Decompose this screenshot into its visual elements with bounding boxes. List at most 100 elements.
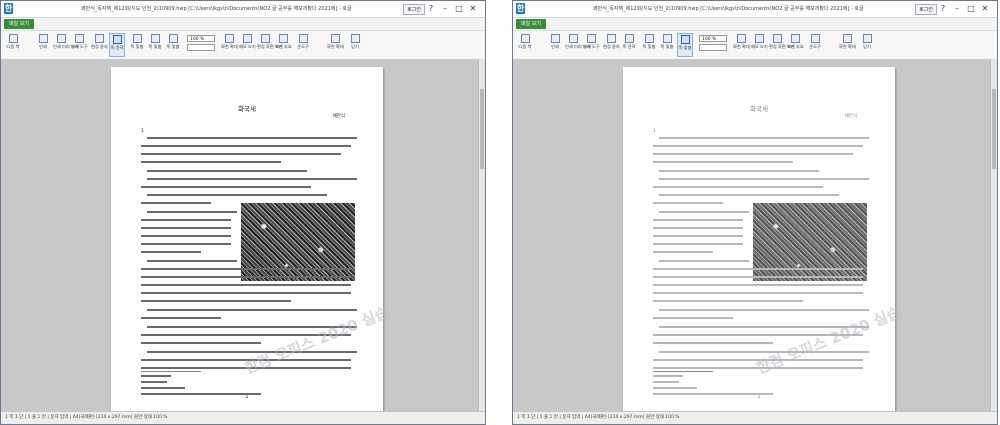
text-line [659,178,869,180]
page-setup-icon [606,34,616,43]
fit-width-icon [132,34,142,43]
print-button[interactable]: 인쇄 [547,33,563,57]
close-preview-button[interactable]: 닫기 [859,33,875,57]
text-line [653,251,713,253]
vertical-scrollbar[interactable] [478,59,485,412]
memo-view-button[interactable]: 메모 보기 [239,33,256,57]
footnote-line [141,375,171,377]
vertical-scrollbar[interactable] [990,59,997,412]
zoom-slider[interactable] [187,44,215,51]
zoom-screen-icon [330,34,340,43]
text-line [141,153,341,155]
close-preview-icon [862,34,872,43]
zoom-in-icon [736,34,746,43]
fit-width-button[interactable]: 폭 맞춤 [129,33,145,57]
section-number: 1 [653,129,656,134]
text-line [147,309,357,311]
text-line [147,137,357,139]
login-button[interactable]: 로그인 [915,4,937,15]
preview-window-right: 한 쾌만식_독자해_제12회(지도 인천_2)10909.hwp [C:\Use… [512,0,998,425]
tab-preview[interactable]: 파일 보기 [516,19,546,29]
text-line [653,219,743,221]
status-bar: 1 쪽 1 단 | 1 줄 1 칸 | 문자 입력 | A4(국배판) [210… [1,411,485,424]
printer-icon [38,34,48,43]
print-preview-button[interactable]: 인쇄 미리 보기 [53,33,79,57]
memo-view-button[interactable]: 메모 보기 [751,33,768,57]
tab-preview[interactable]: 파일 보기 [4,19,34,29]
close-preview-icon [350,34,360,43]
page-setup-button[interactable]: 편집 용지 [603,33,620,57]
zoom-slider[interactable] [699,44,727,51]
maximize-icon[interactable]: □ [965,3,977,14]
print-preview-button[interactable]: 인쇄 미리 보기 [565,33,591,57]
print-tools-button[interactable]: 인쇄 도구 [583,33,600,57]
zoom-select[interactable]: 100 % [699,35,727,42]
fit-page-icon [662,34,672,43]
document-title: 화국새 [238,105,256,113]
fit-page-2-button[interactable]: 쪽 맞춤 [677,33,693,57]
text-line [147,351,357,353]
memo-icon [754,34,764,43]
page-setup-button[interactable]: 편집 용지 [91,33,108,57]
zoom-screen-button[interactable]: 화면 확대 [839,33,856,57]
document-area[interactable]: 화국새 채만식 1 1 한컴 오피스 2020 실습 [513,59,991,412]
hand-tool-button[interactable]: 순도구 [295,33,311,57]
text-line [653,153,853,155]
hand-icon [810,34,820,43]
print-preview-icon [568,34,578,43]
zoom-screen-button[interactable]: 화면 확대 [327,33,344,57]
next-page-button[interactable]: 다음 쪽 [5,33,21,57]
title-bar: 한 쾌만식_독자해_제12회(지도 인천_2)10909.hwp [C:\Use… [513,1,997,18]
text-line [659,260,749,262]
ribbon-toolbar: 다음 쪽 인쇄 인쇄 미리 보기 인쇄 도구 편집 용지 쪽 윤곽 폭 맞춤 쪽… [1,31,485,60]
help-icon[interactable]: ? [425,3,437,14]
zoom-in-button[interactable]: 화면 확대 [733,33,750,57]
minimize-icon[interactable]: – [951,3,963,14]
close-icon[interactable]: ✕ [467,3,479,14]
fit-page-2-button[interactable]: 쪽 맞춤 [165,33,181,57]
control-codes-button[interactable]: 조판 부호 [275,33,292,57]
page-outline-button[interactable]: 쪽 윤곽 [109,33,125,57]
text-line [653,161,793,163]
footnote-line [141,393,261,395]
scroll-thumb[interactable] [992,89,996,169]
text-line [141,284,351,286]
fit-page-button[interactable]: 쪽 맞춤 [147,33,163,57]
document-author: 채만식 [844,114,857,119]
fit-width-icon [644,34,654,43]
text-line [653,284,863,286]
footnote-line [141,381,167,383]
next-page-button[interactable]: 다음 쪽 [517,33,533,57]
zoom-select[interactable]: 100 % [187,35,215,42]
zoom-in-button[interactable]: 화면 확대 [221,33,238,57]
status-text: 1 쪽 1 단 | 1 줄 1 칸 | 문자 입력 | A4(국배판) [210… [5,415,168,420]
preview-window-left: 한 쾌만식_독자해_제12회(지도 인천_2)10909.hwp [C:\Use… [0,0,486,425]
fit-page-button[interactable]: 쪽 맞춤 [659,33,675,57]
control-codes-button[interactable]: 조판 부호 [787,33,804,57]
title-bar: 한 쾌만식_독자해_제12회(지도 인천_2)10909.hwp [C:\Use… [1,1,485,18]
minimize-icon[interactable]: – [439,3,451,14]
text-line [147,260,237,262]
login-button[interactable]: 로그인 [403,4,425,15]
edit-view-button[interactable]: 편집 화면 보기 [769,33,795,57]
print-tools-icon [586,34,596,43]
edit-view-button[interactable]: 편집 화면 보기 [257,33,283,57]
print-tools-button[interactable]: 인쇄 도구 [71,33,88,57]
close-icon[interactable]: ✕ [979,3,991,14]
printer-icon [550,34,560,43]
scroll-thumb[interactable] [480,89,484,169]
fit-width-button[interactable]: 폭 맞춤 [641,33,657,57]
footnote-line [653,381,679,383]
footnote-line [653,375,683,377]
maximize-icon[interactable]: □ [453,3,465,14]
page-outline-button[interactable]: 쪽 윤곽 [621,33,637,57]
hand-tool-button[interactable]: 순도구 [807,33,823,57]
text-line [141,300,291,302]
print-button[interactable]: 인쇄 [35,33,51,57]
text-line [141,276,351,278]
help-icon[interactable]: ? [937,3,949,14]
close-preview-button[interactable]: 닫기 [347,33,363,57]
document-area[interactable]: 화국새 채만식 1 1 한컴 오피스 2020 실습 [1,59,479,412]
text-line [653,276,863,278]
text-line [141,202,211,204]
